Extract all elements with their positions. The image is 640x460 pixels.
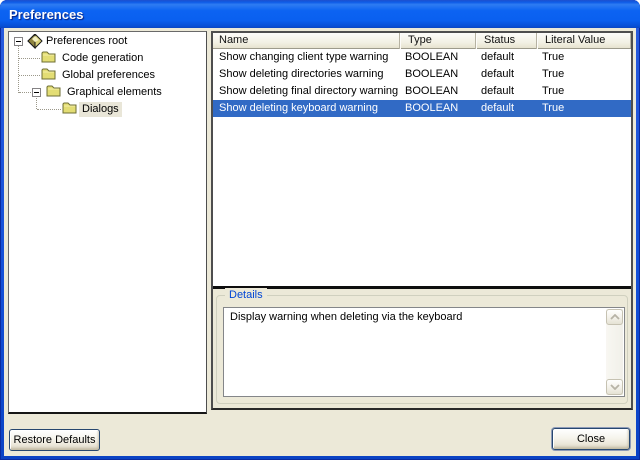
tree-item-code-generation[interactable]: Code generation: [9, 50, 206, 67]
preferences-dialog: Preferences: [0, 0, 640, 460]
collapse-minus-icon[interactable]: [32, 88, 41, 97]
column-header-filler: [630, 33, 631, 48]
details-group-label: Details: [225, 288, 267, 303]
close-button[interactable]: Close: [552, 428, 630, 450]
table-row[interactable]: Show deleting directories warning BOOLEA…: [213, 66, 631, 83]
cell-type: BOOLEAN: [399, 49, 475, 66]
tree-item-dialogs[interactable]: Dialogs: [9, 101, 206, 118]
tree-item-label[interactable]: Graphical elements: [64, 85, 165, 100]
details-scrollbar[interactable]: [606, 309, 623, 395]
scroll-down-icon[interactable]: [606, 379, 623, 395]
tree-item-label[interactable]: Code generation: [59, 51, 146, 66]
preferences-tree-viewport: Preferences root Code generation: [9, 32, 206, 412]
table-row[interactable]: Show changing client type warning BOOLEA…: [213, 49, 631, 66]
properties-table[interactable]: Name Type Status Literal Value Show chan…: [213, 33, 631, 289]
restore-defaults-button[interactable]: Restore Defaults: [9, 429, 100, 451]
cell-literal-value: True: [536, 49, 630, 66]
collapse-minus-icon[interactable]: [14, 37, 23, 46]
window-title: Preferences: [0, 7, 83, 22]
tree-item-graphical-elements[interactable]: Graphical elements: [9, 84, 206, 101]
table-row[interactable]: Show deleting final directory warning BO…: [213, 83, 631, 100]
cell-name: Show deleting final directory warning: [213, 83, 399, 100]
column-header-name[interactable]: Name: [213, 33, 399, 49]
cell-literal-value: True: [536, 66, 630, 83]
cell-status: default: [475, 49, 536, 66]
column-header-type[interactable]: Type: [399, 33, 475, 49]
cell-literal-value: True: [536, 83, 630, 100]
cell-type: BOOLEAN: [399, 83, 475, 100]
cell-name: Show changing client type warning: [213, 49, 399, 66]
right-panel: Name Type Status Literal Value Show chan…: [211, 31, 633, 410]
tree-item-label[interactable]: Global preferences: [59, 68, 158, 83]
details-textarea[interactable]: Display warning when deleting via the ke…: [223, 307, 625, 397]
cell-status: default: [475, 100, 536, 117]
details-groupbox: Details Display warning when deleting vi…: [216, 295, 628, 404]
dialog-content: Preferences root Code generation: [4, 28, 636, 456]
preferences-tree[interactable]: Preferences root Code generation: [8, 31, 207, 414]
table-header-row: Name Type Status Literal Value: [213, 33, 631, 49]
cell-type: BOOLEAN: [399, 66, 475, 83]
cell-type: BOOLEAN: [399, 100, 475, 117]
tree-item-label[interactable]: Preferences root: [43, 34, 130, 49]
cell-literal-value: True: [536, 100, 630, 117]
table-row-selected[interactable]: Show deleting keyboard warning BOOLEAN d…: [213, 100, 631, 117]
cell-name: Show deleting directories warning: [213, 66, 399, 83]
folder-icon: [62, 102, 77, 121]
scroll-up-icon[interactable]: [606, 309, 623, 325]
tree-item-label[interactable]: Dialogs: [79, 102, 122, 117]
cell-name: Show deleting keyboard warning: [213, 100, 399, 117]
cell-status: default: [475, 66, 536, 83]
column-header-status[interactable]: Status: [475, 33, 536, 49]
details-text: Display warning when deleting via the ke…: [224, 308, 624, 327]
tree-item-preferences-root[interactable]: Preferences root: [9, 33, 206, 50]
column-header-literal-value[interactable]: Literal Value: [536, 33, 630, 49]
cell-status: default: [475, 83, 536, 100]
tree-item-global-preferences[interactable]: Global preferences: [9, 67, 206, 84]
title-bar[interactable]: Preferences: [0, 0, 640, 28]
